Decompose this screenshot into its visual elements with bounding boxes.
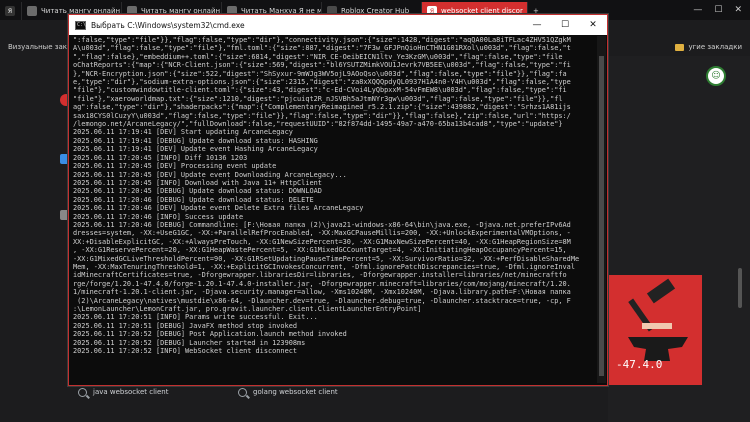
cmd-output[interactable]: ":false,"type":"file"}},"flag":false,"ty… bbox=[73, 36, 595, 381]
cmd-output-line: dresses=system, -XX:+UseG1GC, -XX:+Paral… bbox=[73, 229, 571, 238]
cmd-output-line: XX:+DisableExplicitGC, -XX:+AlwaysPreTou… bbox=[73, 237, 571, 246]
page-scrollbar[interactable] bbox=[738, 268, 742, 308]
cmd-output-line: /lemongo.net/ArcaneLegacy/","fullDownloa… bbox=[73, 120, 563, 129]
cmd-output-line: idMinecraftCertificates=true, -Dforgewra… bbox=[73, 271, 567, 280]
maximize-icon[interactable]: ☐ bbox=[714, 5, 722, 15]
cmd-output-line: ag":false,"type":"dir"},"shaderpacks":{"… bbox=[73, 103, 571, 112]
yandex-logo-icon: Я bbox=[5, 6, 15, 16]
cmd-window-title: Выбрать C:\Windows\system32\cmd.exe bbox=[91, 20, 245, 30]
cmd-scrollbar-thumb[interactable] bbox=[599, 56, 604, 376]
minimize-icon[interactable]: — bbox=[523, 15, 551, 35]
cmd-output-line: 2025.06.11 17:19:41 [DEBUG] Update downl… bbox=[73, 136, 318, 145]
page-left-strip bbox=[0, 56, 75, 422]
search-icon bbox=[238, 387, 247, 397]
search-suggestion-text: golang websocket client bbox=[253, 388, 338, 396]
cmd-output-line: "file"},"customwindowtitle-client.toml":… bbox=[73, 86, 567, 95]
cmd-output-line: 2025.06.11 17:20:45 [DEV] Update event D… bbox=[73, 170, 347, 179]
cmd-output-line: 2025.06.11 17:20:45 [INFO] Download with… bbox=[73, 178, 322, 187]
cmd-output-line: },"NCR-Encryption.json":{"size":522,"dig… bbox=[73, 69, 567, 78]
cmd-output-line: , -XX:G1ReservePercent=20, -XX:G1HeapWas… bbox=[73, 246, 567, 255]
cmd-output-line: 2025.06.11 17:20:52 [INFO] WebSocket cli… bbox=[73, 347, 298, 356]
cmd-output-line: 2025.06.11 17:20:52 [DEBUG] Post Applica… bbox=[73, 330, 347, 339]
cmd-output-line: 2025.06.11 17:19:41 [DEV] Start updating… bbox=[73, 128, 293, 137]
search-suggestion-text: java websocket client bbox=[93, 388, 169, 396]
manga-favicon-icon bbox=[27, 6, 37, 16]
cmd-output-line: 2025.06.11 17:20:45 [DEBUG] Update downl… bbox=[73, 187, 322, 196]
cmd-output-line: Mem, -XX:MaxTenuringThreshold=1, -XX:+Ex… bbox=[73, 262, 575, 271]
cmd-output-line: 2025.06.11 17:20:52 [DEBUG] Launcher sta… bbox=[73, 338, 306, 347]
cmd-output-line: 2025.06.11 17:20:46 [DEBUG] Commandline:… bbox=[73, 220, 571, 229]
cmd-output-line: oChatReports":{"map":{"NCR-Client.json":… bbox=[73, 61, 571, 70]
cmd-output-line: A\u003d","flag":false,"type":"file"},"fm… bbox=[73, 44, 571, 53]
maximize-icon[interactable]: ☐ bbox=[551, 15, 579, 35]
cmd-output-line: 2025.06.11 17:20:46 [INFO] Success updat… bbox=[73, 212, 244, 221]
cmd-output-line: 2025.06.11 17:20:45 [DEV] Processing eve… bbox=[73, 162, 277, 171]
folder-icon bbox=[675, 43, 685, 51]
minimize-icon[interactable]: — bbox=[693, 5, 702, 15]
browser-menu-button[interactable]: Я bbox=[0, 2, 22, 20]
close-window-icon[interactable]: ✕ bbox=[579, 15, 607, 35]
launcher-version-label: -47.4.0 bbox=[616, 358, 663, 371]
cmd-output-line: :\LemonLauncher\LemonCraft.jar, pro.grav… bbox=[73, 305, 422, 313]
cmd-output-line: 1/minecraft-1.20.1-client.jar, -Djava.se… bbox=[73, 288, 571, 297]
close-window-icon[interactable]: ✕ bbox=[734, 5, 742, 15]
cmd-output-line: ","flag":false},"embeddium++.toml":{"siz… bbox=[73, 52, 563, 61]
bookmarks-visual[interactable]: Визуальные закла bbox=[8, 43, 76, 51]
cmd-output-line: -XX:G1MixedGCLiveThresholdPercent=90, -X… bbox=[73, 254, 580, 263]
cmd-scrollbar[interactable] bbox=[597, 36, 606, 383]
cmd-output-line: sax18CYS0lCuzyY\u003d","flag":false,"typ… bbox=[73, 111, 571, 120]
avatar[interactable]: ☺ bbox=[706, 66, 726, 86]
cmd-output-line: ":false,"type":"file"}},"flag":false,"ty… bbox=[73, 36, 571, 44]
search-icon bbox=[78, 387, 87, 397]
cmd-output-line: rge/forge/1.20.1-47.4.0/forge-1.20.1-47.… bbox=[73, 279, 571, 288]
cmd-output-line: 2025.06.11 17:20:45 [INFO] Diff 10136 12… bbox=[73, 153, 248, 162]
cmd-window[interactable]: C:\ Выбрать C:\Windows\system32\cmd.exe … bbox=[68, 14, 608, 386]
cmd-output-line: 2025.06.11 17:20:46 [DEBUG] Update downl… bbox=[73, 195, 314, 204]
browser-window-controls: — ☐ ✕ bbox=[693, 0, 750, 20]
cmd-title-bar[interactable]: C:\ Выбрать C:\Windows\system32\cmd.exe … bbox=[69, 15, 607, 35]
cmd-output-line: 2025.06.11 17:20:51 [DEBUG] JavaFX metho… bbox=[73, 321, 298, 330]
cmd-output-line: e,"type":"dir"},"sodium-extra-options.js… bbox=[73, 78, 571, 87]
bookmarks-other[interactable]: угие закладки bbox=[688, 43, 742, 51]
cmd-window-controls: — ☐ ✕ bbox=[523, 15, 607, 35]
cmd-terminal-icon: C:\ bbox=[75, 20, 87, 30]
cmd-output-line: (2)\ArcaneLegacy\natives\mustdie\x86-64,… bbox=[73, 296, 571, 305]
cmd-output-line: "file"},"xaeroworldmap.txt":{"size":1210… bbox=[73, 94, 563, 103]
cmd-output-line: 2025.06.11 17:19:41 [DEV] Update event H… bbox=[73, 145, 318, 154]
cmd-output-line: 2025.06.11 17:20:46 [DEV] Update event D… bbox=[73, 204, 364, 213]
cmd-output-line: 2025.06.11 17:20:51 [INFO] Params write … bbox=[73, 313, 318, 322]
